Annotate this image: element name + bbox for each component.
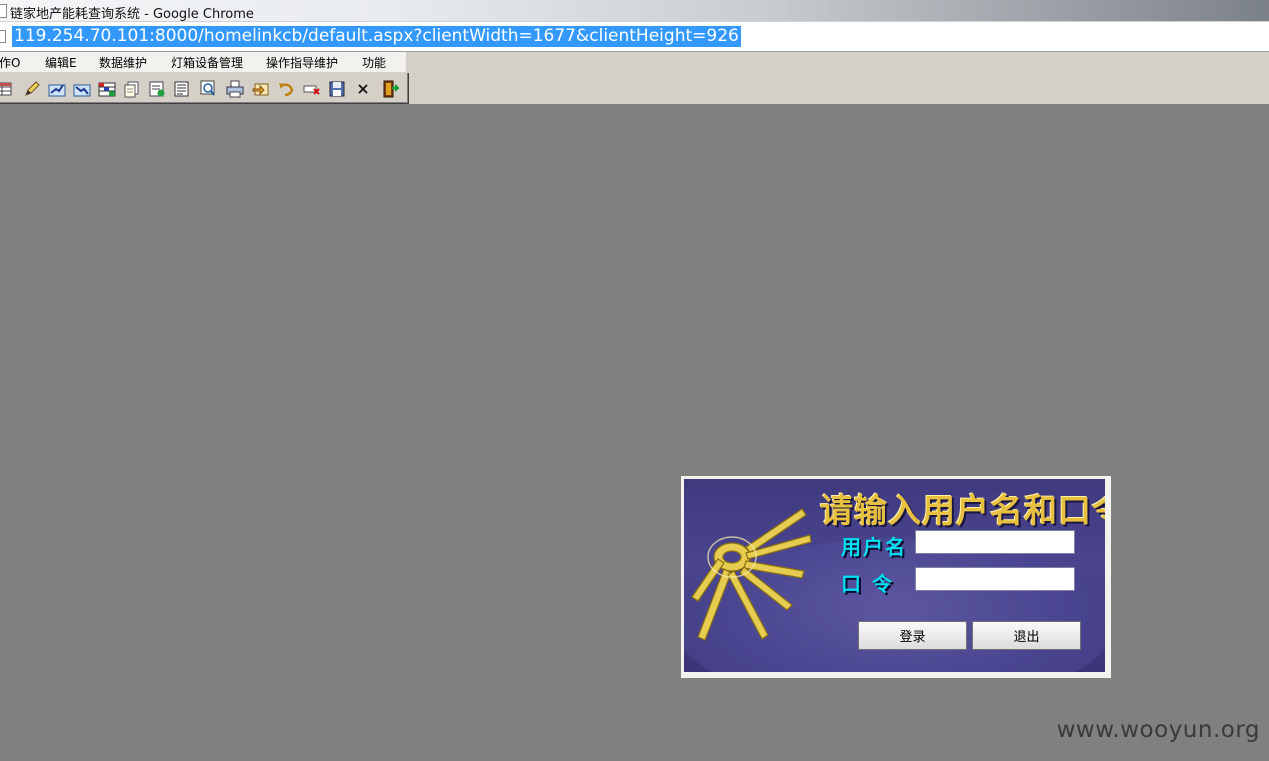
table-color-icon[interactable] (97, 79, 116, 98)
menu-item-operation[interactable]: 操作O (0, 54, 20, 71)
grid-icon[interactable] (0, 79, 13, 98)
print-icon[interactable] (225, 79, 244, 98)
url-text[interactable]: 119.254.70.101:8000/homelinkcb/default.a… (12, 26, 741, 47)
chart-down-icon[interactable] (72, 79, 91, 98)
login-button[interactable]: 登录 (858, 621, 967, 650)
undo-icon[interactable] (276, 79, 295, 98)
menu-bar-filler (406, 52, 1269, 72)
chart-up-icon[interactable] (47, 79, 66, 98)
window-title: 链家地产能耗查询系统 - Google Chrome (10, 7, 254, 22)
address-bar[interactable]: 119.254.70.101:8000/homelinkcb/default.a… (0, 22, 1269, 52)
export-icon[interactable] (147, 79, 166, 98)
menu-item-guide-maintenance[interactable]: 操作指导维护 (266, 54, 338, 71)
password-label: 口 令 (841, 572, 894, 596)
menu-item-data-maintenance[interactable]: 数据维护 (99, 54, 147, 71)
username-label: 用户名 (841, 535, 907, 559)
delete-row-icon[interactable] (302, 79, 321, 98)
document-icon[interactable] (172, 79, 191, 98)
exit-button[interactable]: 退出 (972, 621, 1081, 650)
menu-item-functions[interactable]: 功能 (362, 54, 386, 71)
pencil-icon[interactable] (22, 79, 41, 98)
copy-icon[interactable] (122, 79, 141, 98)
menu-bar: 操作O 编辑E 数据维护 灯箱设备管理 操作指导维护 功能 (0, 52, 406, 73)
username-field[interactable] (915, 530, 1075, 554)
watermark-text: www.wooyun.org (1056, 717, 1260, 743)
menu-item-lightbox-management[interactable]: 灯箱设备管理 (171, 54, 243, 71)
page-icon (0, 4, 7, 18)
login-panel: 请输入用户名和口令 用户名 口 令 登录 退出 (684, 479, 1105, 672)
preview-icon[interactable] (198, 79, 217, 98)
login-heading: 请输入用户名和口令 (820, 491, 1105, 530)
page-icon (0, 30, 6, 43)
exit-door-icon[interactable] (380, 79, 399, 98)
keys-illustration (691, 508, 812, 641)
save-icon[interactable] (327, 79, 346, 98)
password-field[interactable] (915, 567, 1075, 591)
browser-title-bar: 链家地产能耗查询系统 - Google Chrome (0, 0, 1269, 22)
import-icon[interactable] (251, 79, 270, 98)
toolbar (0, 73, 409, 104)
menu-item-edit[interactable]: 编辑E (45, 54, 77, 71)
close-icon[interactable] (353, 79, 372, 98)
login-dialog: 请输入用户名和口令 用户名 口 令 登录 退出 (681, 476, 1111, 678)
